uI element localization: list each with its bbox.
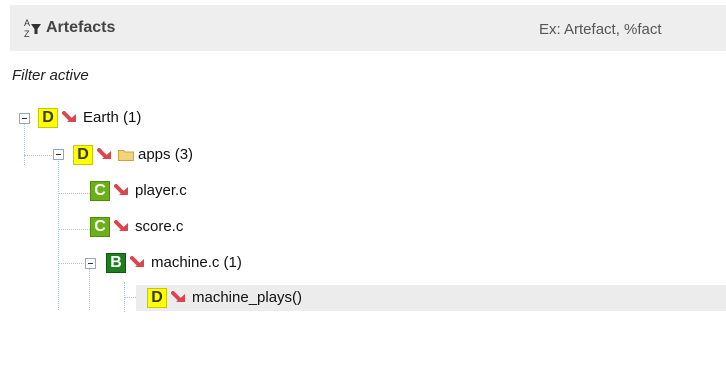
tree-item-label[interactable]: apps (3) bbox=[138, 146, 193, 164]
collapse-toggle[interactable] bbox=[53, 149, 64, 160]
tree-connector bbox=[24, 121, 25, 165]
trend-down-arrow-icon bbox=[114, 184, 128, 195]
grade-badge: B bbox=[106, 253, 126, 273]
grade-badge: C bbox=[90, 217, 110, 237]
trend-down-arrow-icon bbox=[130, 256, 144, 267]
filter-status-text: Filter active bbox=[12, 67, 89, 84]
grade-badge: D bbox=[38, 108, 58, 128]
trend-down-arrow-icon bbox=[97, 148, 111, 159]
svg-text:Z: Z bbox=[24, 29, 30, 39]
panel-header: A Z Artefacts bbox=[10, 5, 726, 51]
svg-text:A: A bbox=[24, 18, 30, 28]
tree-item-label[interactable]: machine.c (1) bbox=[151, 254, 242, 272]
collapse-toggle[interactable] bbox=[19, 113, 30, 124]
tree-connector bbox=[58, 193, 90, 194]
tree-connector bbox=[58, 229, 90, 230]
artefact-search-input[interactable] bbox=[535, 18, 726, 40]
tree-item-label[interactable]: player.c bbox=[135, 182, 187, 200]
grade-badge: D bbox=[147, 288, 167, 308]
tree-connector bbox=[58, 263, 84, 264]
tree-item-label[interactable]: machine_plays() bbox=[192, 289, 302, 307]
tree-connector bbox=[58, 157, 59, 310]
trend-down-arrow-icon bbox=[114, 220, 128, 231]
trend-down-arrow-icon bbox=[171, 291, 185, 302]
sort-filter-icon[interactable]: A Z bbox=[24, 17, 42, 39]
grade-badge: D bbox=[73, 145, 93, 165]
panel-title: Artefacts bbox=[46, 19, 116, 36]
collapse-toggle[interactable] bbox=[85, 258, 96, 269]
grade-badge: C bbox=[90, 181, 110, 201]
folder-icon bbox=[118, 150, 134, 161]
tree-item-label[interactable]: Earth (1) bbox=[83, 109, 141, 127]
trend-down-arrow-icon bbox=[62, 111, 76, 122]
tree-item-label[interactable]: score.c bbox=[135, 218, 183, 236]
tree-connector bbox=[89, 268, 90, 310]
